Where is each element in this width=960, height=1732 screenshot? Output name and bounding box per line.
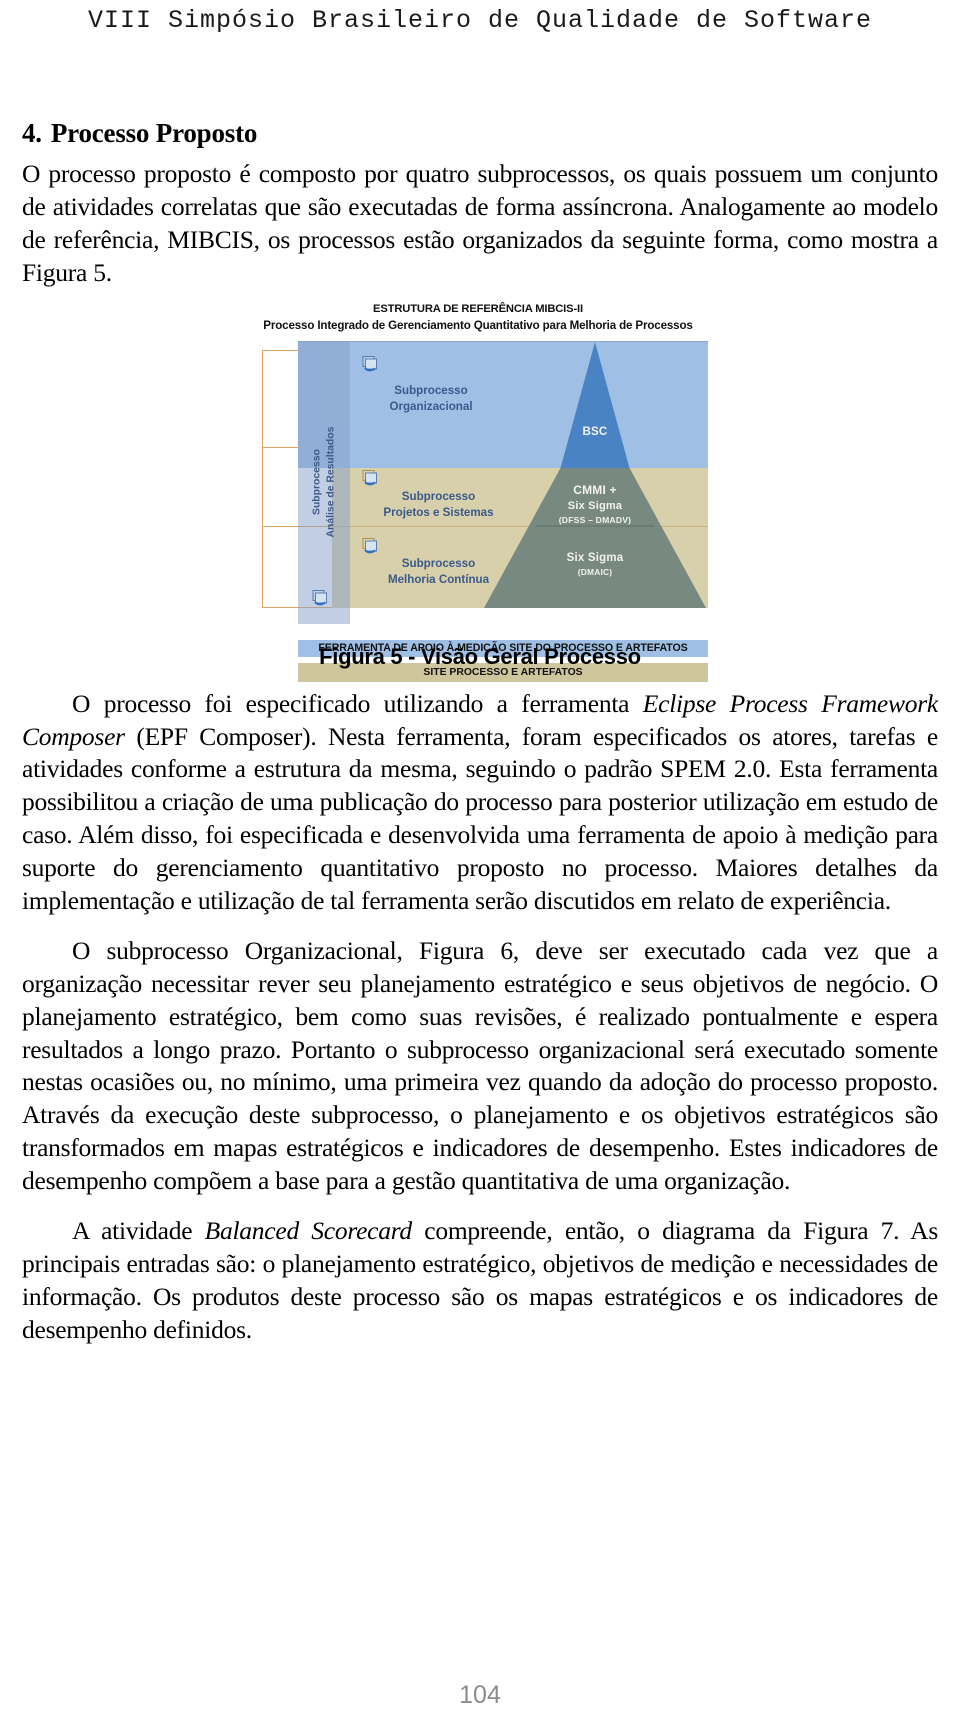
page-title: 4. Processo Proposto xyxy=(22,118,938,149)
figure-5: ESTRUTURA DE REFERÊNCIA MIBCIS-II Proces… xyxy=(22,298,938,688)
page-number: 104 xyxy=(459,1681,501,1709)
label-subprocesso-melhoria: Subprocesso Melhoria Contínua xyxy=(356,556,521,589)
figure-inner-title: ESTRUTURA DE REFERÊNCIA MIBCIS-II Proces… xyxy=(248,302,708,334)
label-subprocesso-projetos-line2: Projetos e Sistemas xyxy=(383,506,494,520)
vertical-strip-label-line1: Subprocesso xyxy=(310,449,322,516)
running-header: VIII Simpósio Brasileiro de Qualidade de… xyxy=(87,6,873,35)
page-content: 4. Processo Proposto O processo proposto … xyxy=(22,118,938,1347)
paragraph-4-part-a: A atividade xyxy=(72,1215,205,1245)
figure-caption: Figura 5 - Visão Geral Processo xyxy=(319,643,641,669)
document-stack-icon xyxy=(310,589,330,609)
figure-image: ESTRUTURA DE REFERÊNCIA MIBCIS-II Proces… xyxy=(248,298,708,684)
pyramid-label-bsc: BSC xyxy=(582,425,608,438)
paragraph-3: O subprocesso Organizacional, Figura 6, … xyxy=(22,935,938,1196)
paragraph-2-part-a: O processo foi especificado utilizando a… xyxy=(72,688,643,718)
section-title-text: Processo Proposto xyxy=(50,118,258,148)
label-subprocesso-organizacional-line1: Subprocesso xyxy=(394,383,468,397)
label-subprocesso-melhoria-line1: Subprocesso xyxy=(401,556,476,570)
document-stack-icon xyxy=(360,469,380,489)
paragraph-2: O processo foi especificado utilizando a… xyxy=(22,688,938,918)
paragraph-2-part-b: (EPF Composer). Nesta ferramenta, foram … xyxy=(22,721,938,915)
paragraph-1: O processo proposto é composto por quatr… xyxy=(22,159,938,287)
figure-inner-title-line1: ESTRUTURA DE REFERÊNCIA MIBCIS-II xyxy=(373,302,583,315)
document-stack-icon xyxy=(360,355,380,375)
paragraph-4: A atividade Balanced Scorecard compreend… xyxy=(22,1215,938,1347)
label-subprocesso-projetos-line1: Subprocesso xyxy=(401,489,476,503)
label-subprocesso-organizacional: Subprocesso Organizacional xyxy=(356,383,506,416)
vertical-strip-label-line2: Análise de Resultados xyxy=(325,426,336,538)
vertical-strip-label: Subprocesso Análise de Resultados xyxy=(298,341,350,624)
label-subprocesso-melhoria-line2: Melhoria Contínua xyxy=(387,573,490,587)
figure-diagram: BSC CMMI + Six Sigma (DFSS – DMADV) Six … xyxy=(248,340,708,633)
label-subprocesso-projetos: Subprocesso Projetos e Sistemas xyxy=(356,489,521,522)
section-number: 4. xyxy=(22,118,42,148)
document-stack-icon xyxy=(360,537,380,557)
figure-inner-title-line2: Processo Integrado de Gerenciamento Quan… xyxy=(263,318,693,332)
label-subprocesso-organizacional-line2: Organizacional xyxy=(389,400,473,414)
paragraph-4-italic-1: Balanced Scorecard xyxy=(204,1215,413,1245)
